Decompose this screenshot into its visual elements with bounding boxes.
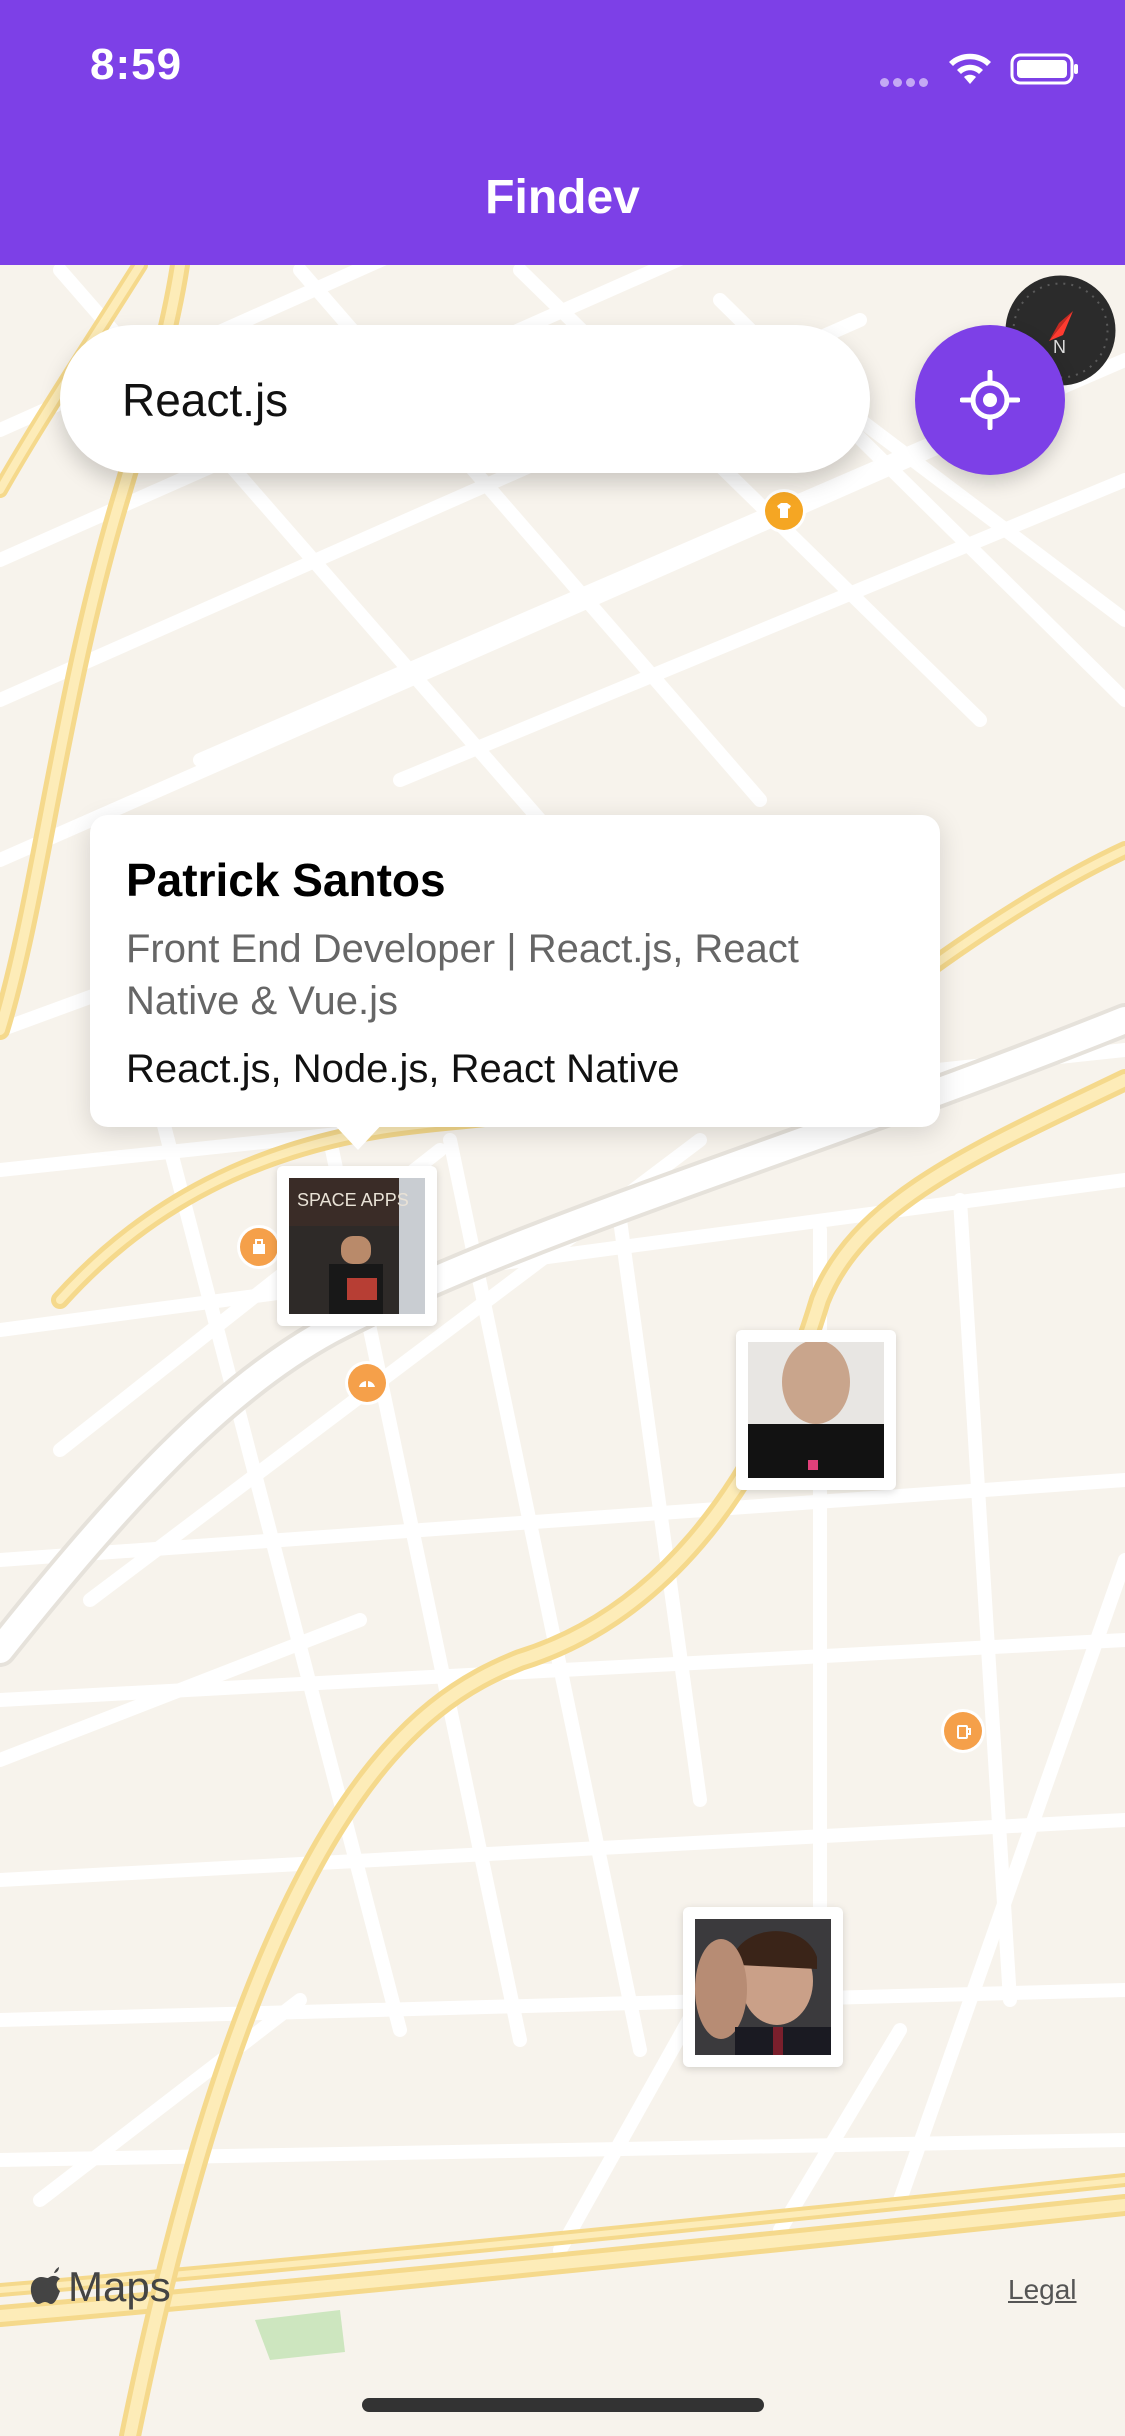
dev-marker-2[interactable] [736, 1330, 896, 1490]
status-time: 8:59 [90, 40, 183, 89]
callout-dev-techs: React.js, Node.js, React Native [126, 1047, 680, 1091]
apple-icon [30, 2267, 60, 2304]
avatar-suit [695, 1919, 831, 2055]
svg-text:SPACE APPS: SPACE APPS [297, 1190, 409, 1210]
poi-bar-icon[interactable] [944, 1712, 982, 1750]
dev-marker-3[interactable] [683, 1907, 843, 2067]
map-roads [0, 265, 1125, 2436]
map-view[interactable]: SPACE APPS Maps Legal [0, 265, 1125, 2436]
locate-icon [960, 370, 1020, 430]
avatar-space-apps: SPACE APPS [289, 1178, 425, 1314]
avatar-dark-shirt [748, 1342, 884, 1478]
poi-bakery-icon[interactable] [348, 1364, 386, 1402]
search-bar [60, 325, 870, 475]
home-indicator[interactable] [362, 2398, 764, 2412]
dev-callout[interactable]: Patrick Santos Front End Developer | Rea… [90, 815, 940, 1127]
poi-store-icon[interactable] [240, 1228, 278, 1266]
tech-search-input[interactable] [120, 325, 844, 475]
callout-tail [330, 1120, 386, 1150]
poi-shirt-icon[interactable] [765, 492, 803, 530]
status-bar: 8:59 [0, 0, 1125, 140]
legal-link[interactable]: Legal [1008, 2274, 1077, 2306]
dev-marker-1[interactable]: SPACE APPS [277, 1166, 437, 1326]
locate-button[interactable] [915, 325, 1065, 475]
app-header: 8:59 Findev [0, 0, 1125, 265]
maps-brand-label: Maps [68, 2263, 171, 2310]
cellular-signal-icon [880, 74, 932, 87]
callout-dev-bio: Front End Developer | React.js, React Na… [126, 927, 799, 1023]
callout-dev-name: Patrick Santos [126, 854, 446, 906]
app-title: Findev [485, 171, 640, 224]
apple-maps-logo: Maps [30, 2262, 171, 2312]
battery-icon [1010, 53, 1078, 85]
wifi-icon [949, 53, 991, 84]
svg-text:N: N [1053, 337, 1066, 357]
